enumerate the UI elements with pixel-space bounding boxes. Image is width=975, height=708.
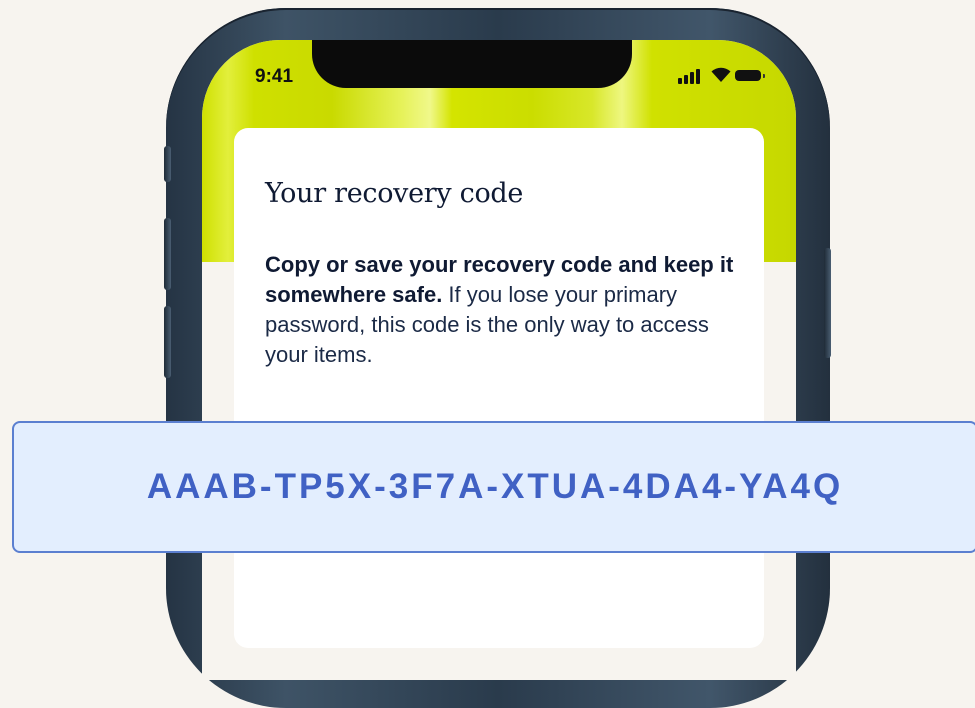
recovery-code-box[interactable]: AAAB-TP5X-3F7A-XTUA-4DA4-YA4Q [12, 421, 975, 553]
recovery-code-text[interactable]: AAAB-TP5X-3F7A-XTUA-4DA4-YA4Q [147, 467, 843, 507]
status-time: 9:41 [255, 66, 294, 87]
power-button [824, 248, 831, 358]
volume-up-button [164, 218, 171, 290]
battery-icon [735, 70, 765, 81]
phone-notch [312, 40, 632, 88]
volume-down-button [164, 306, 171, 378]
card-title: Your recovery code [265, 178, 524, 209]
mute-switch [164, 146, 171, 182]
card-description: Copy or save your recovery code and keep… [265, 250, 745, 370]
status-icons [678, 67, 778, 84]
wifi-icon [711, 67, 731, 82]
